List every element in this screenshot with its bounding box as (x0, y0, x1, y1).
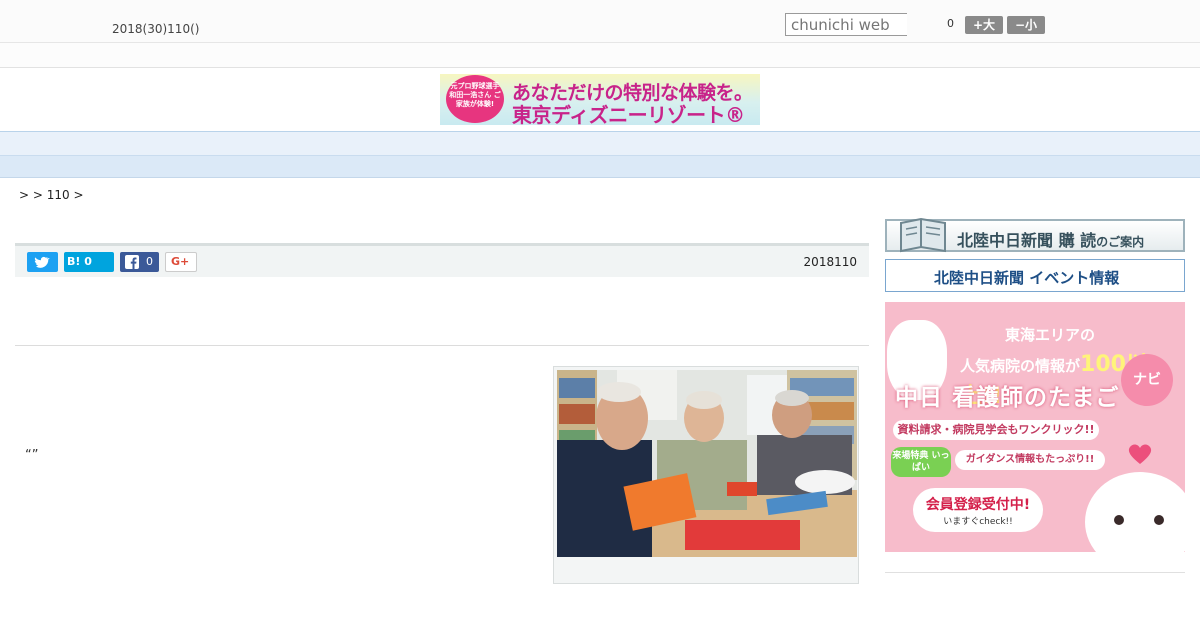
article-divider (15, 345, 869, 346)
ad-tag-bonus: 来場特典 いっぱい (891, 447, 951, 477)
sidebar-divider (885, 572, 1185, 573)
mascot-eyes-icon (1114, 515, 1164, 525)
mascot-nurse-illustration (1085, 444, 1185, 552)
subscribe-suffix: のご案内 (1096, 235, 1145, 249)
search-input[interactable] (785, 13, 907, 36)
ad-register-main: 会員登録受付中! (925, 497, 1031, 513)
ad-line1: 東海エリアの (1005, 326, 1096, 344)
googleplus-share-button[interactable]: G+ (165, 252, 197, 272)
subscription-guide-banner[interactable]: 北陸中日新聞 購 読のご案内 (885, 217, 1185, 253)
ad-pill-request: 資料請求・病院見学会もワンクリック!! (893, 420, 1099, 440)
article-photo[interactable] (557, 370, 857, 557)
banner-brand: 東京ディズニーリゾート® (512, 103, 745, 125)
font-size-decrease-button[interactable]: −小 (1007, 16, 1045, 34)
hatena-bookmark-button[interactable]: B! 0 (64, 252, 114, 272)
ad-register-bubble: 会員登録受付中! いますぐcheck!! (913, 488, 1043, 532)
share-bar: B! 0 0 G+ 2018110 (15, 243, 869, 277)
facebook-icon (125, 255, 139, 269)
ad-pill-guidance: ガイダンス情報もたっぷり!! (955, 450, 1105, 470)
event-info-banner[interactable]: 北陸中日新聞 イベント情報 (885, 259, 1185, 292)
subscription-guide-label: 北陸中日新聞 購 読のご案内 (957, 227, 1144, 251)
current-date: 2018(30)110() (112, 22, 200, 36)
subscribe-paper-name: 北陸中日新聞 (957, 231, 1054, 250)
ad-title: 中日 看護師のたまご (895, 385, 1120, 411)
photo-elderly-men-toys-image (557, 370, 857, 557)
hatena-label: B! 0 (67, 255, 92, 268)
facebook-count: 0 (146, 255, 153, 268)
sub-nav (0, 156, 1200, 178)
banner-badge: 元プロ野球選手 和田一浩さん ご家族が体験! (446, 75, 504, 123)
article-date: 2018110 (803, 255, 857, 269)
ad-navi-badge: ナビ (1121, 354, 1173, 406)
facebook-share-button[interactable]: 0 (120, 252, 159, 272)
subscribe-emph: 購 読 (1058, 231, 1097, 250)
top-bar: 2018(30)110() 0 +大 −小 (0, 0, 1200, 43)
article-photo-frame (553, 366, 859, 584)
ad-line2-text: 人気病院の情報が (960, 357, 1081, 375)
googleplus-icon: G+ (171, 255, 190, 268)
breadcrumb[interactable]: > > 110 > (19, 188, 84, 202)
sub-header-bar (0, 43, 1200, 68)
event-info-label: 北陸中日新聞 イベント情報 (934, 269, 1120, 287)
heart-icon (1128, 444, 1152, 464)
font-size-indicator: 0 (947, 17, 954, 30)
ad-register-sub: いますぐcheck!! (943, 517, 1013, 527)
nurse-recruit-ad[interactable]: 東海エリアの 人気病院の情報が100以上!! 中日 看護師のたまご ナビ 資料請… (885, 302, 1185, 552)
newspaper-book-icon (900, 217, 946, 253)
twitter-icon (34, 256, 50, 268)
twitter-share-button[interactable] (27, 252, 58, 272)
article-body-text: “” (25, 448, 39, 463)
disney-banner-ad[interactable]: 元プロ野球選手 和田一浩さん ご家族が体験! あなただけの特別な体験を。 東京デ… (440, 74, 760, 125)
main-nav (0, 131, 1200, 156)
font-size-increase-button[interactable]: +大 (965, 16, 1003, 34)
